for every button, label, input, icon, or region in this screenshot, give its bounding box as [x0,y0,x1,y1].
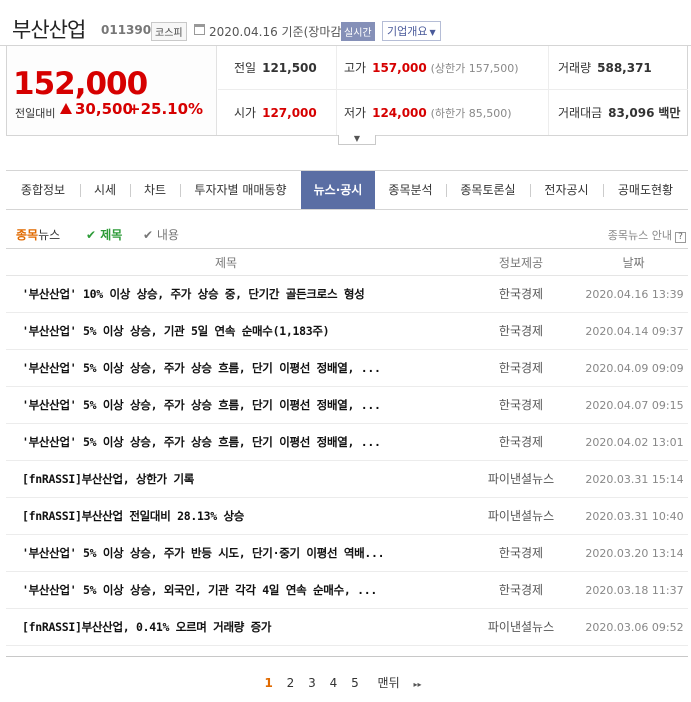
news-source: 한국경제 [498,583,544,597]
header-title: 제목 [214,256,238,270]
price-box: 152,000 전일대비 30,500 +25.10% [7,46,217,135]
news-source: 한국경제 [498,546,544,560]
news-source: 한국경제 [498,435,544,449]
news-date: 2020.03.31 15:14 [585,473,684,486]
tab-discussion[interactable]: 종목토론실 [446,171,530,209]
news-title-link[interactable]: '부산산업' 5% 이상 상승, 주가 상승 흐름, 단기 이평선 정배열, .… [22,424,452,461]
news-date: 2020.03.20 13:14 [585,547,684,560]
news-guide-link[interactable]: 종목뉴스 안내? [608,227,686,243]
quote-panel: 152,000 전일대비 30,500 +25.10% 전일 121,500 고가… [6,46,688,136]
tab-investor-trends[interactable]: 투자자별 매매동향 [180,171,301,209]
table-row: '부산산업' 5% 이상 상승, 주가 상승 흐름, 단기 이평선 정배열, .… [6,350,688,387]
news-title-link[interactable]: '부산산업' 5% 이상 상승, 외국인, 기관 각각 4일 연속 순매수, .… [22,572,452,609]
news-date: 2020.04.16 13:39 [585,288,684,301]
stock-code: 011390 [101,23,152,37]
calendar-icon [194,24,205,35]
news-title-link[interactable]: '부산산업' 5% 이상 상승, 주가 반등 시도, 단기·중기 이평선 역배.… [22,535,452,572]
open-price: 시가 127,000 [234,106,317,120]
news-title-link[interactable]: [fnRASSI]부산산업, 상한가 기록 [22,461,452,498]
quote-grid: 전일 121,500 고가 157,000 (상한가 157,500) 거래량 588… [218,46,688,135]
news-date: 2020.03.18 11:37 [585,584,684,597]
check-icon: ✔ [86,228,101,242]
news-title-link[interactable]: [fnRASSI]부산산업, 0.41% 오르며 거래량 증가 [22,609,452,646]
page-link-4[interactable]: 4 [330,676,338,690]
news-date: 2020.04.02 13:01 [585,436,684,449]
table-header: 제목 정보제공 날짜 [6,248,688,276]
header-source: 정보제공 [498,256,544,270]
news-source: 파이낸셜뉴스 [487,620,555,634]
change-value: 30,500 [75,100,133,118]
tab-quotes[interactable]: 시세 [80,171,130,209]
chevron-down-icon: ▼ [429,28,436,37]
table-row: '부산산업' 5% 이상 상승, 주가 상승 흐름, 단기 이평선 정배열, .… [6,387,688,424]
filter-title[interactable]: ✔ 제목 [86,226,122,243]
tab-overview[interactable]: 종합정보 [6,171,80,209]
news-source: 한국경제 [498,324,544,338]
change-percent: +25.10% [128,100,204,118]
table-row: [fnRASSI]부산산업, 0.41% 오르며 거래량 증가 파이낸셜뉴스 202… [6,609,688,646]
page-link-3[interactable]: 3 [308,676,316,690]
tab-bar: 종합정보 시세 차트 투자자별 매매동향 뉴스·공시 종목분석 종목토론실 전자… [6,170,688,210]
header-date: 날짜 [622,256,645,270]
pagination: 1 2 3 4 5 맨뒤 ▸▸ [0,674,691,692]
chevron-down-icon: ▼ [353,134,361,143]
filter-content[interactable]: ✔ 내용 [143,226,179,243]
current-price: 152,000 [13,66,148,102]
low-price: 저가 124,000 (하한가 85,500) [344,106,512,120]
up-arrow-icon [60,103,72,114]
stock-name: 부산산업 [12,18,86,42]
tab-chart[interactable]: 차트 [130,171,180,209]
page-link-1[interactable]: 1 [264,676,272,690]
section-title: 종목뉴스 [16,228,61,242]
news-title-link[interactable]: '부산산업' 5% 이상 상승, 주가 상승 흐름, 단기 이평선 정배열, .… [22,350,452,387]
prev-close: 전일 121,500 [234,61,317,75]
news-title-link[interactable]: '부산산업' 5% 이상 상승, 기관 5일 연속 순매수(1,183주) [22,313,452,350]
news-date: 2020.03.31 10:40 [585,510,684,523]
table-row: '부산산업' 5% 이상 상승, 주가 상승 흐름, 단기 이평선 정배열, .… [6,424,688,461]
company-overview-button[interactable]: 기업개요 ▼ [382,21,441,41]
table-row: '부산산업' 5% 이상 상승, 주가 반등 시도, 단기·중기 이평선 역배.… [6,535,688,572]
prev-diff-label: 전일대비 [15,107,56,120]
tab-disclosure[interactable]: 전자공시 [530,171,603,209]
double-chevron-right-icon: ▸▸ [413,680,422,689]
page-link-2[interactable]: 2 [287,676,295,690]
news-date: 2020.04.14 09:37 [585,325,684,338]
trade-amount: 거래대금 83,096 백만 [558,106,681,120]
news-table: 제목 정보제공 날짜 '부산산업' 10% 이상 상승, 주가 상승 중, 단기… [6,248,688,657]
news-date: 2020.04.09 09:09 [585,362,684,375]
news-title-link[interactable]: [fnRASSI]부산산업 전일대비 28.13% 상승 [22,498,452,535]
table-row: [fnRASSI]부산산업 전일대비 28.13% 상승 파이낸셜뉴스 2020.0… [6,498,688,535]
page-link-5[interactable]: 5 [351,676,359,690]
table-row: '부산산업' 10% 이상 상승, 주가 상승 중, 단기간 골든크로스 형성 한… [6,276,688,313]
news-source: 파이낸셜뉴스 [487,472,555,486]
realtime-button[interactable]: 실시간 [341,22,375,41]
news-source: 파이낸셜뉴스 [487,509,555,523]
check-icon: ✔ [143,228,157,242]
last-page-link[interactable]: 맨뒤 ▸▸ [373,674,427,691]
news-subtabs: 종목뉴스 ✔ 제목 ✔ 내용 종목뉴스 안내? [6,224,688,244]
news-date: 2020.03.06 09:52 [585,621,684,634]
tab-short-selling[interactable]: 공매도현황 [603,171,688,209]
tab-analysis[interactable]: 종목분석 [375,171,446,209]
news-title-link[interactable]: '부산산업' 5% 이상 상승, 주가 상승 흐름, 단기 이평선 정배열, .… [22,387,452,424]
news-title-link[interactable]: '부산산업' 10% 이상 상승, 주가 상승 중, 단기간 골든크로스 형성 [22,276,452,313]
help-icon: ? [675,232,686,243]
news-source: 한국경제 [498,287,544,301]
table-row: '부산산업' 5% 이상 상승, 외국인, 기관 각각 4일 연속 순매수, .… [6,572,688,609]
high-price: 고가 157,000 (상한가 157,500) [344,61,519,75]
date-label: 2020.04.16 기준(장마감) [209,25,347,39]
volume: 거래량 588,371 [558,61,652,75]
news-source: 한국경제 [498,361,544,375]
news-date: 2020.04.07 09:15 [585,399,684,412]
company-overview-label: 기업개요 [387,25,428,38]
market-badge: 코스피 [151,22,187,41]
table-row: [fnRASSI]부산산업, 상한가 기록 파이낸셜뉴스 2020.03.31 15… [6,461,688,498]
expand-toggle-button[interactable]: ▼ [338,135,376,145]
stock-header: 부산산업 011390 코스피 2020.04.16 기준(장마감) 실시간 기… [0,0,691,46]
tab-news[interactable]: 뉴스·공시 [301,171,375,209]
news-source: 한국경제 [498,398,544,412]
table-row: '부산산업' 5% 이상 상승, 기관 5일 연속 순매수(1,183주) 한국경… [6,313,688,350]
